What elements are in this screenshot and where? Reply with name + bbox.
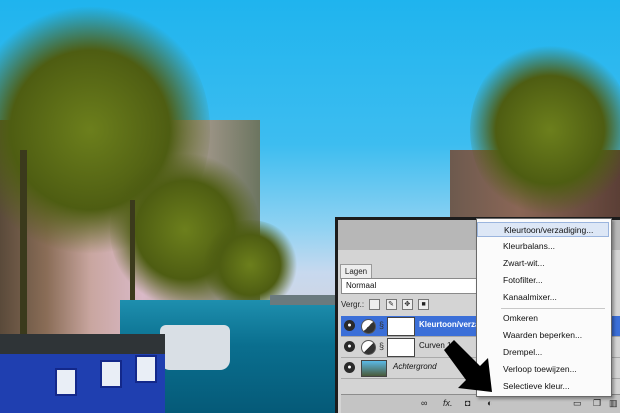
link-icon[interactable]: ∞: [421, 398, 427, 408]
bridge: [270, 295, 340, 305]
tab-layers[interactable]: Lagen: [340, 264, 372, 279]
new-layer-icon[interactable]: ❐: [593, 398, 601, 409]
mask-icon[interactable]: ◘: [465, 398, 470, 408]
lock-row: Vergr.: ✎ ✥ ■: [341, 298, 430, 312]
menu-item-posterize[interactable]: Waarden beperken...: [477, 328, 609, 343]
white-boat: [160, 325, 230, 370]
lock-move-icon[interactable]: ✥: [401, 299, 413, 311]
trash-icon[interactable]: ▥: [609, 398, 618, 409]
lock-label: Vergr.:: [341, 300, 365, 309]
menu-item-invert[interactable]: Omkeren: [477, 311, 609, 326]
menu-item-black-white[interactable]: Zwart-wit...: [477, 256, 609, 271]
menu-item-selective-color[interactable]: Selectieve kleur...: [477, 379, 609, 394]
folder-icon[interactable]: ▭: [573, 398, 582, 409]
adjustment-icon[interactable]: ◐: [487, 398, 492, 408]
layer-name: Achtergrond: [393, 362, 437, 371]
visibility-eye-icon[interactable]: ●: [344, 320, 355, 331]
adjustment-layer-icon: [361, 340, 376, 355]
tree-right: [470, 40, 620, 220]
blend-mode-select[interactable]: Normaal: [341, 278, 487, 294]
visibility-eye-icon[interactable]: ●: [344, 341, 355, 352]
adjustment-layer-menu: Kleurtoon/verzadiging... Kleurbalans... …: [476, 218, 612, 397]
adjustment-layer-icon: [361, 319, 376, 334]
menu-item-color-balance[interactable]: Kleurbalans...: [477, 239, 609, 254]
houseboat-window: [55, 368, 77, 396]
menu-item-channel-mixer[interactable]: Kanaalmixer...: [477, 290, 609, 305]
houseboat-roof: [0, 334, 165, 354]
visibility-eye-icon[interactable]: ●: [344, 362, 355, 373]
layer-mask-thumbnail[interactable]: [387, 338, 415, 357]
menu-item-hue-saturation[interactable]: Kleurtoon/verzadiging...: [477, 222, 609, 237]
lock-brush-icon[interactable]: ✎: [385, 299, 397, 311]
pointer-arrow-icon: [444, 340, 492, 392]
lock-all-icon[interactable]: ■: [418, 299, 430, 311]
tree-trunk: [20, 150, 27, 340]
menu-separator: [501, 308, 605, 309]
houseboat-window: [135, 355, 157, 383]
menu-item-photo-filter[interactable]: Fotofilter...: [477, 273, 609, 288]
menu-item-threshold[interactable]: Drempel...: [477, 345, 609, 360]
layer-mask-thumbnail[interactable]: [387, 317, 415, 336]
houseboat-window: [100, 360, 122, 388]
fx-icon[interactable]: fx.: [443, 398, 453, 408]
layer-thumbnail: [361, 360, 387, 377]
chain-link-icon[interactable]: §: [379, 341, 384, 351]
lock-transparency-icon[interactable]: [369, 299, 381, 311]
chain-link-icon[interactable]: §: [379, 320, 384, 330]
menu-item-gradient-map[interactable]: Verloop toewijzen...: [477, 362, 609, 377]
